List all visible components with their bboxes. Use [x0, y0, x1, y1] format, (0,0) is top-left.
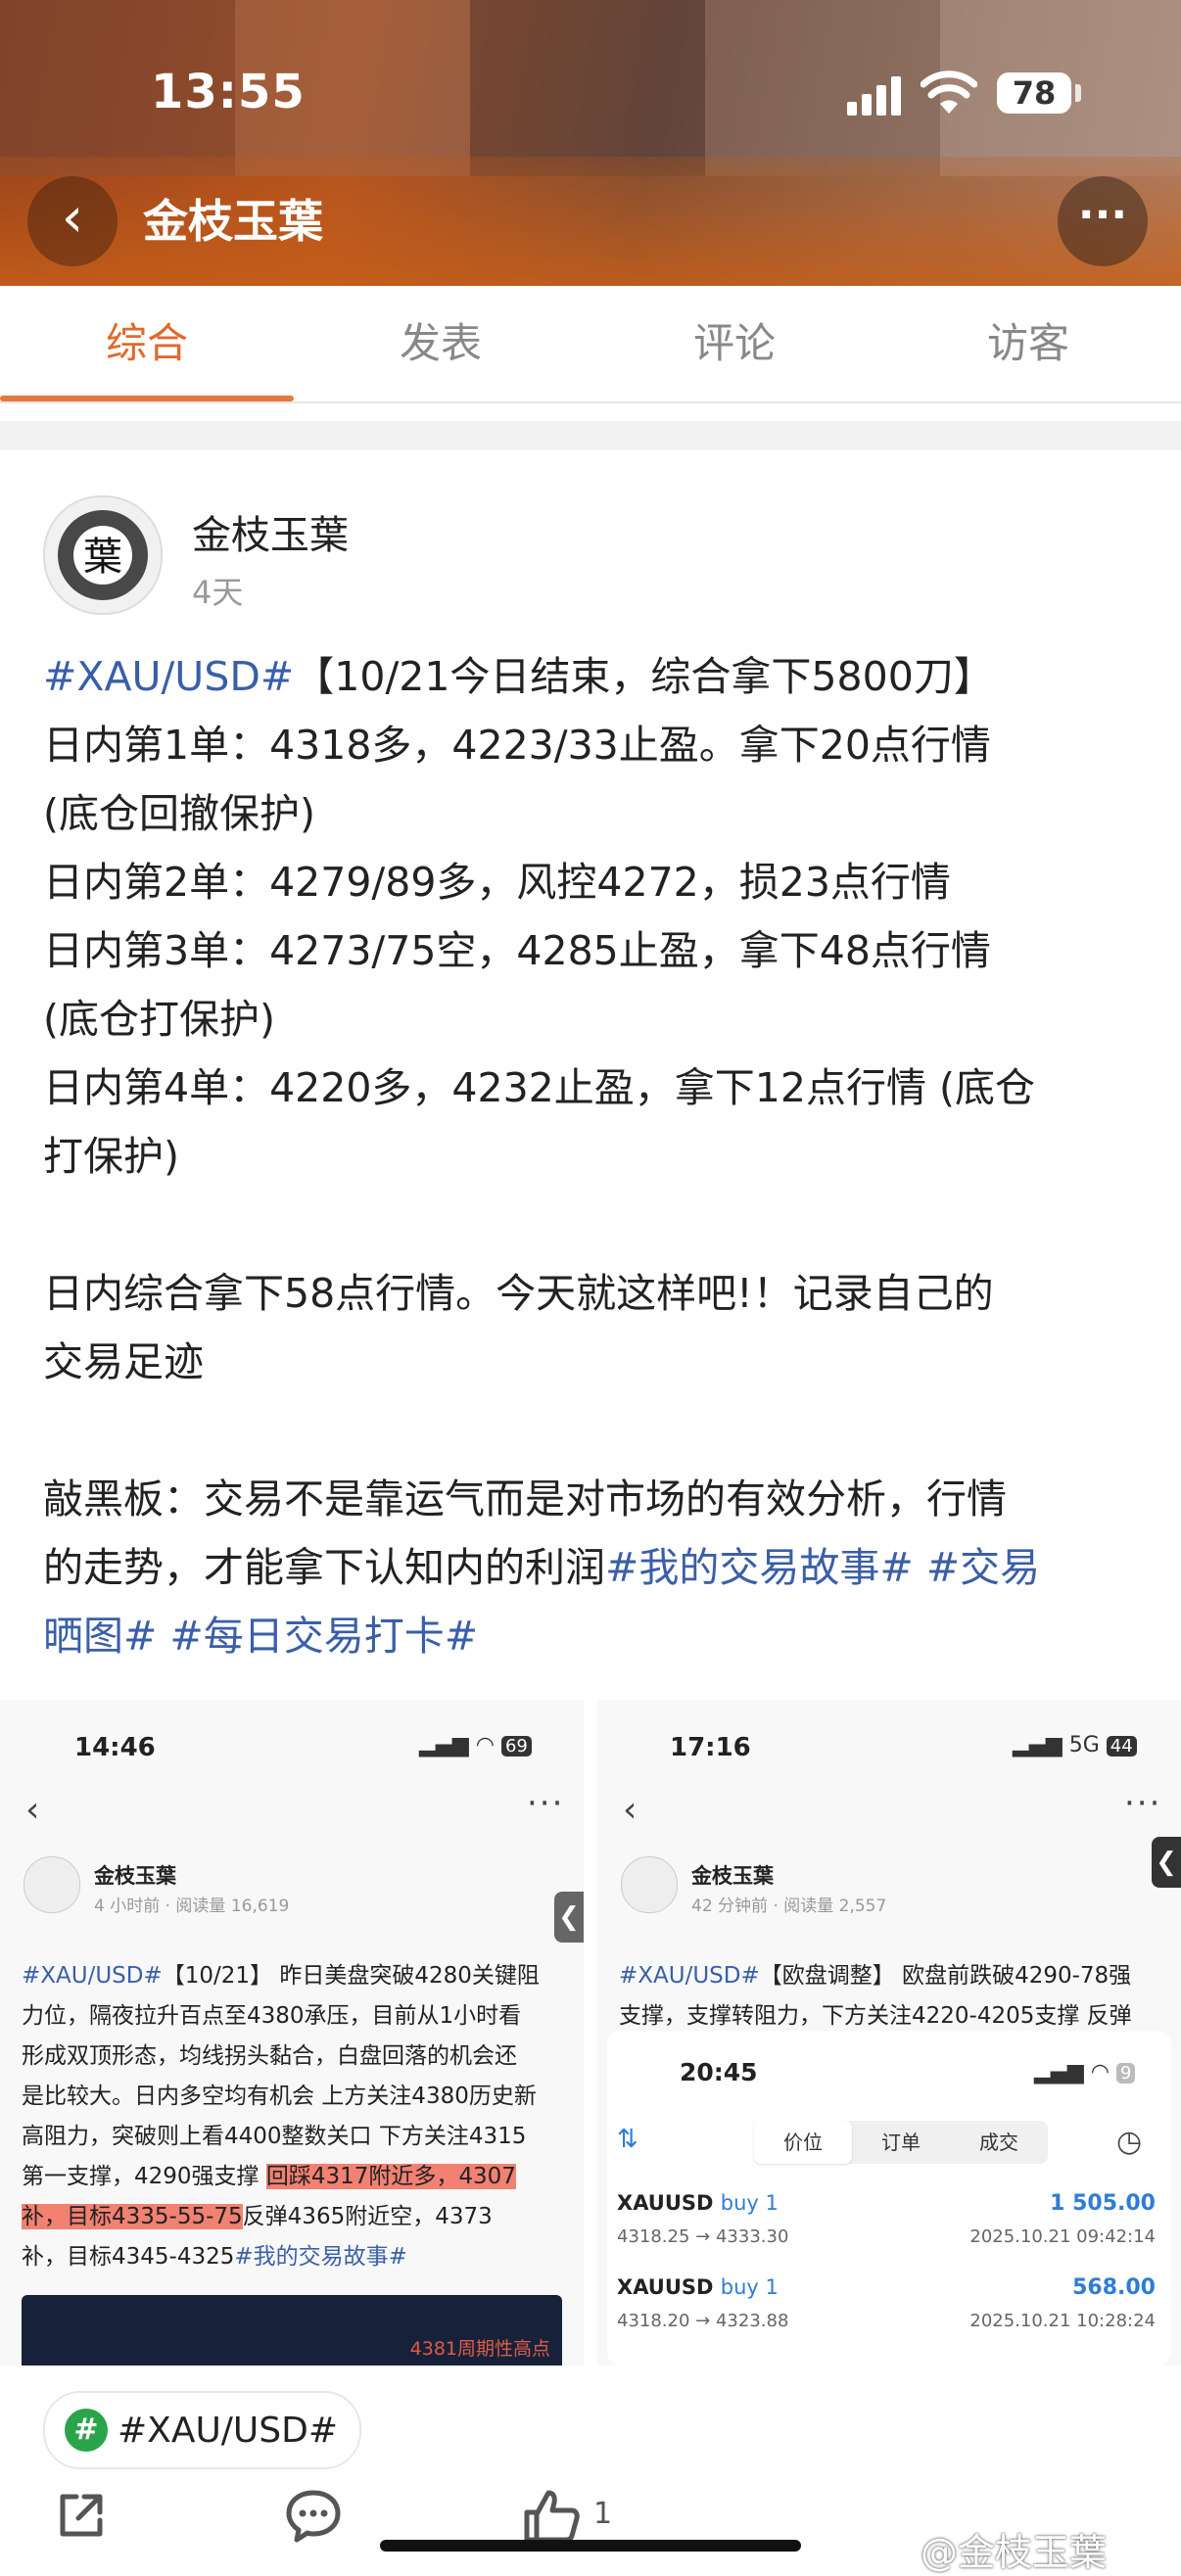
post-meta: 42 分钟前 · 阅读量 2,557 [691, 1897, 887, 1916]
hashtag-link[interactable]: #交易 [926, 1544, 1040, 1591]
author-name[interactable]: 金枝玉葉 [192, 503, 349, 560]
clock-icon: ◷ [1116, 2125, 1143, 2159]
topic-chip[interactable]: # #XAU/USD# [43, 2391, 362, 2469]
tab-comments[interactable]: 评论 [588, 286, 881, 401]
ink-logo-icon: 葉 [58, 510, 148, 600]
hashtag-link[interactable]: 晒图# [43, 1613, 157, 1660]
post-text-line: 日内第4单：4220多，4232止盈，拿下12点行情 (底仓 [43, 1064, 1035, 1111]
screenshot-text: #XAU/USD#【欧盘调整】 欧盘前跌破4290-78强 支撑，支撑转阻力，下… [619, 1956, 1177, 2038]
post-text-line: 的走势，才能拿下认知内的利润 [43, 1544, 605, 1591]
status-time: 17:16 [670, 1733, 751, 1762]
tab-overview[interactable]: 综合 [0, 286, 294, 401]
chart-annotation: 4381周期性高点 [409, 2338, 550, 2360]
cellular-signal-icon [847, 74, 906, 116]
svg-text:葉: 葉 [83, 535, 122, 580]
collapse-tab-icon: ❮ [1152, 1837, 1181, 1888]
profile-header: 13:55 78 ‹ 金枝玉葉 ··· [0, 0, 1181, 286]
share-icon [60, 2494, 103, 2537]
segment-deals: 成交 [979, 2131, 1018, 2154]
profile-tabs: 综合 发表 评论 访客 [0, 286, 1181, 403]
post-text-line: (底仓打保护) [43, 996, 275, 1043]
battery-icon: 78 [997, 72, 1071, 114]
back-icon: ‹ [623, 1790, 638, 1830]
post-text-line: 【10/21今日结束，综合拿下5800刀】 [294, 653, 994, 700]
hashtag-link[interactable]: #XAU/USD# [43, 653, 294, 700]
segment-price: 价位 [754, 2121, 852, 2164]
post-text-line: 打保护) [43, 1133, 179, 1180]
post-content: #XAU/USD#【10/21今日结束，综合拿下5800刀】 日内第1单：431… [43, 642, 1150, 1670]
hashtag-link[interactable]: #每日交易打卡# [169, 1613, 478, 1660]
comment-button[interactable] [284, 2487, 343, 2552]
avatar [621, 1856, 678, 1913]
like-count: 1 [593, 2497, 613, 2531]
collapse-tab-icon: ❮ [554, 1892, 584, 1943]
post-text-line: (底仓回撤保护) [43, 790, 315, 837]
tab-posts[interactable]: 发表 [294, 286, 588, 401]
back-icon: ‹ [25, 1790, 40, 1830]
post-text-line: 日内第2单：4279/89多，风控4272，损23点行情 [43, 859, 951, 906]
more-options-button[interactable]: ··· [1058, 176, 1148, 266]
status-time: 14:46 [74, 1733, 156, 1762]
screenshot-text: #XAU/USD#【10/21】 昨日美盘突破4280关键阻 力位，隔夜拉升百点… [22, 1963, 540, 2270]
avatar[interactable]: 葉 [43, 495, 163, 615]
more-icon: ··· [1124, 1784, 1162, 1823]
status-time: 20:45 [680, 2058, 758, 2086]
trade-row: XAUUSD buy 1 568.00 4318.20 → 4323.88 20… [617, 2275, 1156, 2331]
status-icons: ▂▄▆ 5G 44 [1013, 1733, 1137, 1757]
post-meta: 4 小时前 · 阅读量 16,619 [94, 1897, 290, 1916]
post-image[interactable]: 17:16 ▂▄▆ 5G 44 ‹ ··· 金枝玉葉 42 分钟前 · 阅读量 … [597, 1700, 1181, 2365]
segment-orders: 订单 [881, 2131, 921, 2154]
post-text-line: 敲黑板：交易不是靠运气而是对市场的有效分析，行情 [43, 1475, 1007, 1522]
avatar [24, 1856, 80, 1913]
hashtag-icon: # [65, 2409, 108, 2452]
sort-icon: ⇅ [617, 2125, 638, 2154]
watermark: @金枝玉葉 [921, 2531, 1108, 2574]
status-icons: ▂▄▆ ◠ 9 [1034, 2060, 1136, 2084]
price-chart-thumbnail: 4381周期性高点 [22, 2295, 562, 2365]
author-name: 金枝玉葉 [94, 1864, 176, 1888]
status-icons: ▂▄▆ ◠ 69 [419, 1733, 532, 1757]
header-photo [470, 0, 705, 176]
segmented-control: 价位 订单 成交 [754, 2121, 1048, 2164]
more-icon: ··· [527, 1784, 565, 1823]
topic-label: #XAU/USD# [118, 2410, 339, 2451]
active-tab-indicator [0, 396, 294, 401]
trade-history-screenshot: 20:45 ▂▄▆ ◠ 9 ⇅ 价位 订单 成交 ◷ XAUUSD buy 1 … [607, 2031, 1171, 2365]
post-text-line: 日内第3单：4273/75空，4285止盈，拿下48点行情 [43, 927, 991, 974]
share-button[interactable] [53, 2487, 110, 2552]
status-time: 13:55 [151, 65, 306, 119]
post-text-line: 日内综合拿下58点行情。今天就这样吧!！记录自己的 [43, 1270, 994, 1317]
wifi-icon [921, 70, 977, 114]
comment-icon [286, 2490, 341, 2543]
tab-visitors[interactable]: 访客 [881, 286, 1175, 401]
thumbs-up-icon [524, 2490, 580, 2543]
back-button[interactable]: ‹ [27, 176, 118, 266]
post-time: 4天 [192, 574, 244, 611]
post-text-line: 日内第1单：4318多，4223/33止盈。拿下20点行情 [43, 722, 991, 769]
post-image[interactable]: 14:46 ▂▄▆ ◠ 69 ‹ ··· 金枝玉葉 4 小时前 · 阅读量 16… [0, 1700, 584, 2365]
post-text-line: 交易足迹 [43, 1338, 204, 1385]
hashtag-link[interactable]: #我的交易故事# [605, 1544, 914, 1591]
author-name: 金枝玉葉 [691, 1864, 774, 1888]
page-title: 金枝玉葉 [143, 195, 323, 248]
trade-row: XAUUSD buy 1 1 505.00 4318.25 → 4333.30 … [617, 2191, 1156, 2247]
home-indicator [380, 2540, 801, 2552]
